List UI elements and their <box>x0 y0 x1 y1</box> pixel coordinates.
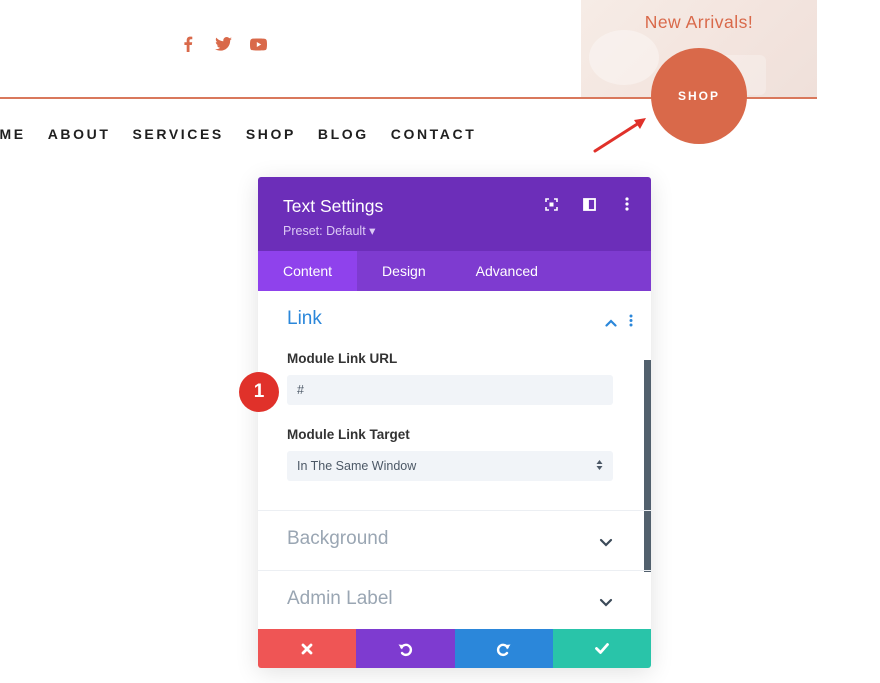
preset-selector[interactable]: Preset: Default ▾ <box>283 223 375 238</box>
redo-button[interactable] <box>454 629 553 668</box>
section-background-title[interactable]: Background <box>287 528 388 550</box>
checkmark-icon <box>594 643 609 654</box>
module-link-target-select[interactable]: In The Same Window <box>287 451 613 481</box>
more-options-icon[interactable] <box>619 196 635 212</box>
text-settings-panel: Text Settings Preset: Default ▾ Content … <box>258 177 651 668</box>
facebook-icon[interactable] <box>178 34 198 54</box>
panel-tabs: Content Design Advanced <box>258 251 651 291</box>
promo-text: New Arrivals! <box>644 12 754 32</box>
save-button[interactable] <box>552 629 651 668</box>
tab-design[interactable]: Design <box>357 251 451 291</box>
section-link-controls <box>605 314 633 332</box>
panel-header: Text Settings Preset: Default ▾ <box>258 177 651 251</box>
section-admin-label-title[interactable]: Admin Label <box>287 588 393 610</box>
panel-scrollbar[interactable] <box>644 360 651 572</box>
promo-image-decoration <box>589 30 659 85</box>
chevron-down-icon[interactable] <box>599 595 613 609</box>
main-navigation: OME ABOUT SERVICES SHOP BLOG CONTACT <box>0 126 476 142</box>
annotation-arrow-icon <box>593 118 646 153</box>
twitter-icon[interactable] <box>213 34 233 54</box>
close-icon <box>301 643 313 654</box>
section-divider <box>258 510 651 511</box>
expand-icon[interactable] <box>543 196 559 212</box>
panel-title: Text Settings <box>283 196 384 216</box>
shop-button[interactable]: SHOP <box>651 48 747 144</box>
section-options-icon[interactable] <box>629 314 633 332</box>
discard-button[interactable] <box>258 629 357 668</box>
tab-advanced[interactable]: Advanced <box>451 251 563 291</box>
undo-button[interactable] <box>356 629 455 668</box>
nav-item-contact[interactable]: CONTACT <box>391 126 477 142</box>
nav-item-shop[interactable]: SHOP <box>246 126 296 142</box>
redo-icon <box>496 643 511 656</box>
social-icons <box>178 34 268 54</box>
module-link-url-input[interactable]: # <box>287 375 613 405</box>
panel-footer <box>258 629 651 668</box>
module-link-target-label: Module Link Target <box>287 427 410 442</box>
chevron-down-icon[interactable] <box>599 535 613 549</box>
panel-body: Link Module Link URL # Module Link Targe… <box>258 291 651 629</box>
select-arrows-icon <box>596 459 603 474</box>
nav-item-home[interactable]: OME <box>0 126 26 142</box>
nav-item-about[interactable]: ABOUT <box>48 126 111 142</box>
undo-icon <box>398 643 413 656</box>
tab-content[interactable]: Content <box>258 251 358 291</box>
module-link-url-label: Module Link URL <box>287 351 398 366</box>
section-divider <box>258 570 651 571</box>
module-link-target-value: In The Same Window <box>297 459 417 473</box>
nav-item-blog[interactable]: BLOG <box>318 126 369 142</box>
section-link-title[interactable]: Link <box>287 308 322 330</box>
split-view-icon[interactable] <box>581 196 597 212</box>
panel-actions <box>543 196 635 212</box>
chevron-up-icon[interactable] <box>605 314 617 332</box>
nav-item-services[interactable]: SERVICES <box>132 126 223 142</box>
step-badge: 1 <box>239 372 279 412</box>
youtube-icon[interactable] <box>248 34 268 54</box>
